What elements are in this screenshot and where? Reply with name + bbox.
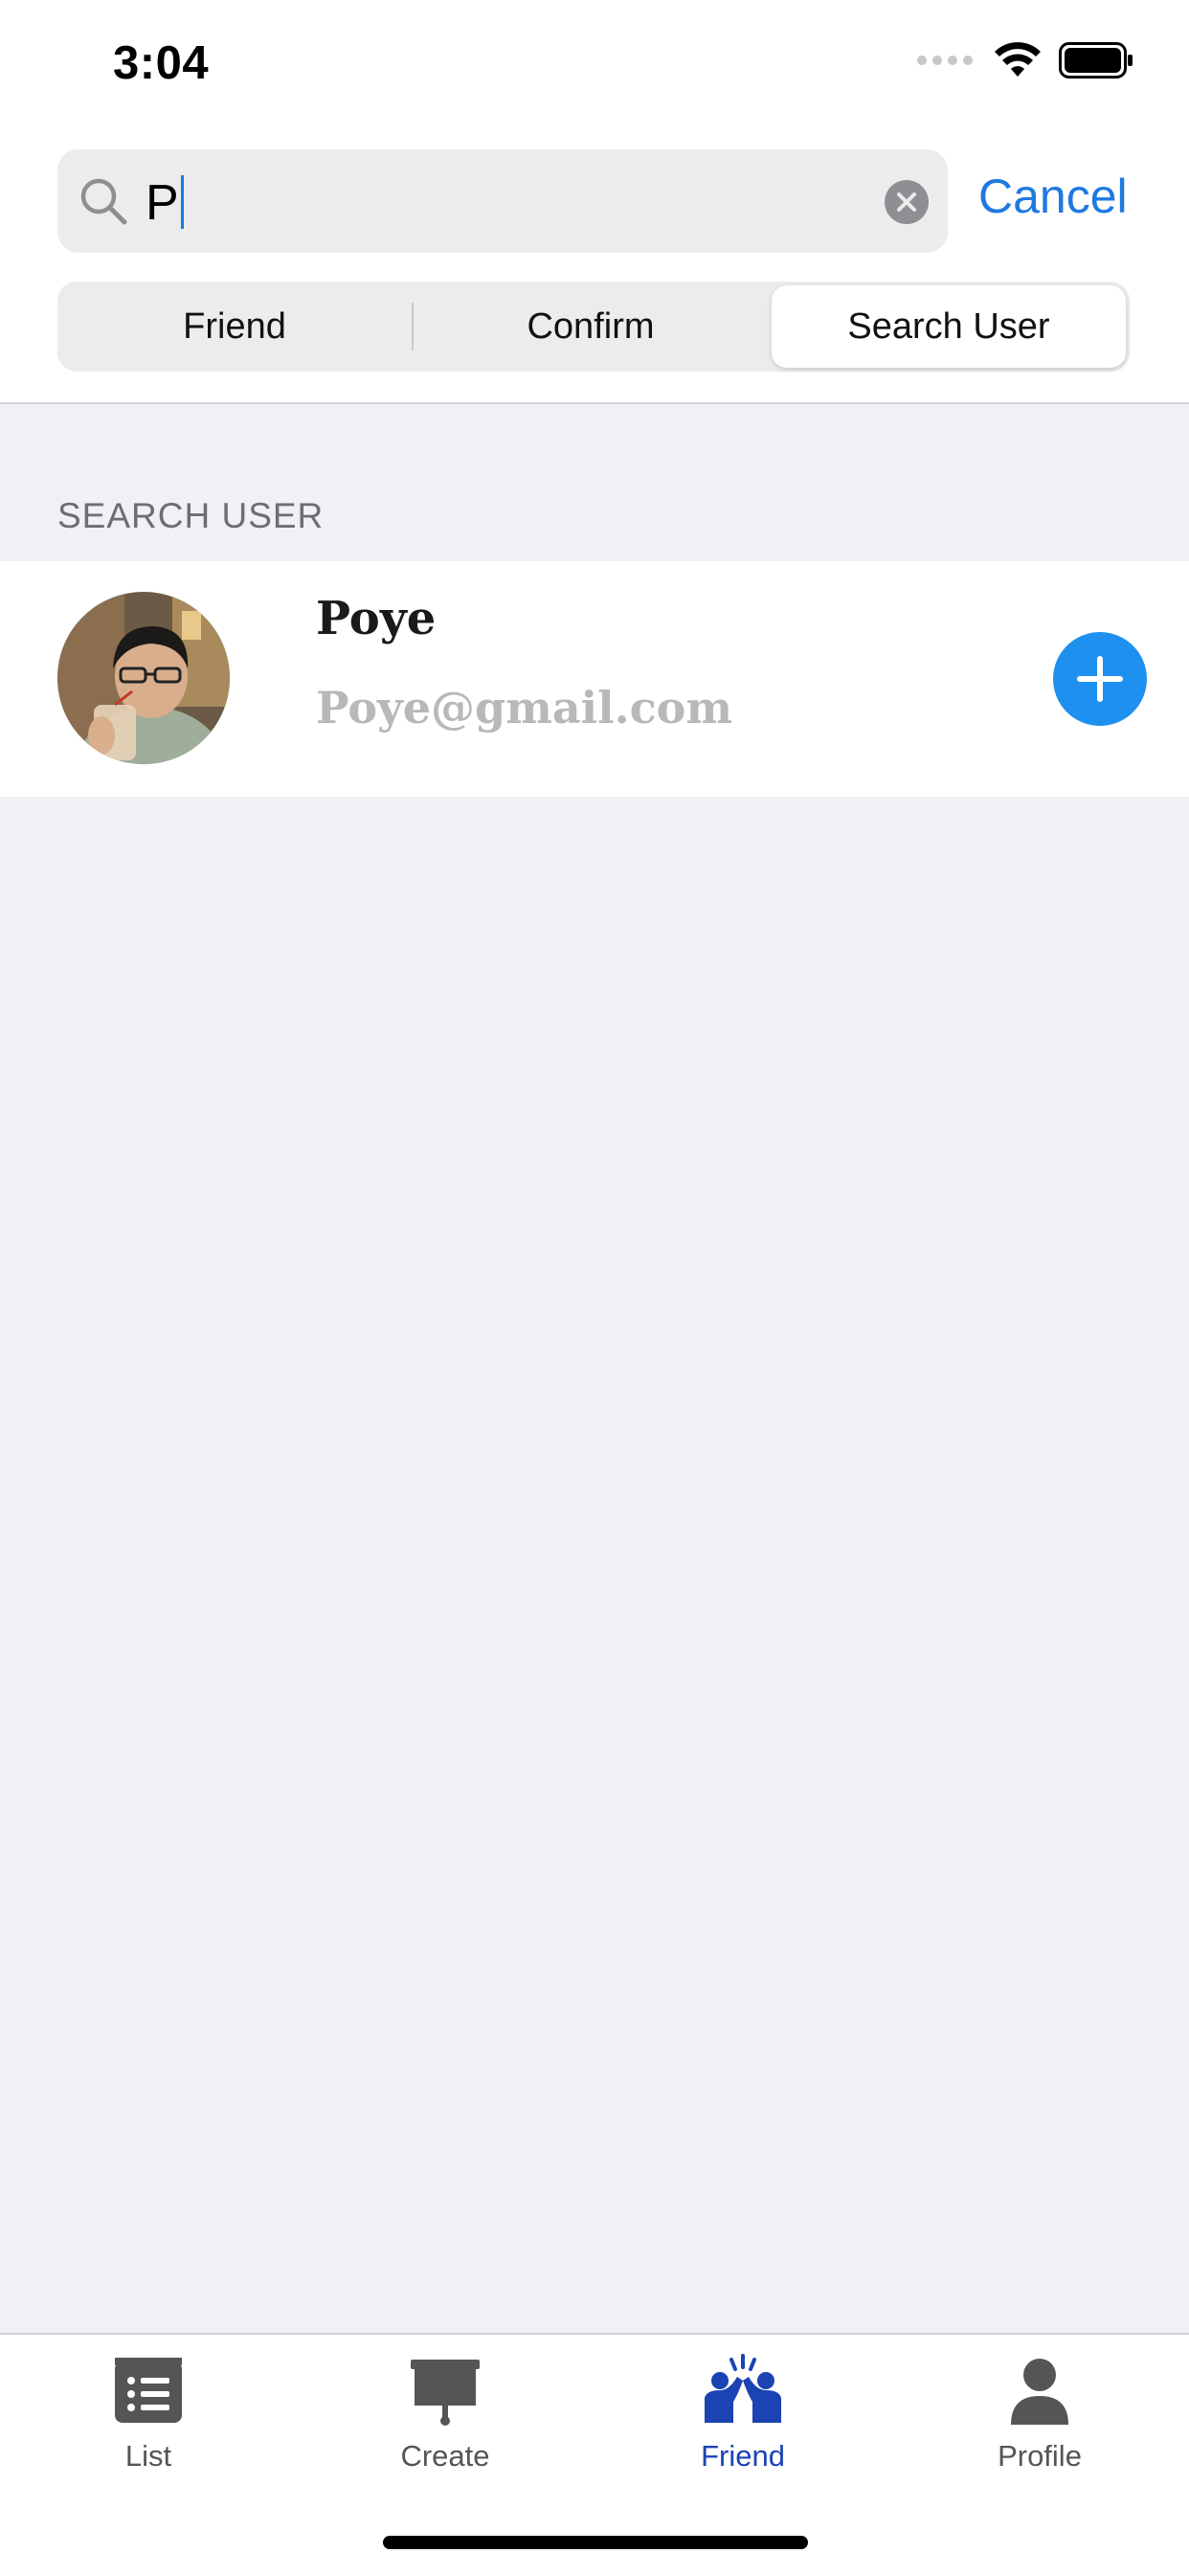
search-input[interactable]: P xyxy=(57,149,948,253)
segmented-control: Friend Confirm Search User xyxy=(57,282,1130,372)
text-caret xyxy=(180,175,184,229)
list-item[interactable]: Poye Poye@gmail.com xyxy=(0,561,1189,797)
battery-icon xyxy=(1059,42,1133,79)
list-icon xyxy=(115,2358,182,2423)
avatar xyxy=(57,592,230,764)
user-name: Poye xyxy=(316,592,437,645)
home-indicator xyxy=(383,2536,808,2549)
tab-label: Profile xyxy=(998,2439,1082,2473)
friends-icon xyxy=(705,2354,781,2423)
user-email: Poye@gmail.com xyxy=(316,682,733,734)
search-value: P xyxy=(146,175,179,231)
search-icon xyxy=(80,178,127,225)
tab-label: Friend xyxy=(701,2439,785,2473)
status-indicators xyxy=(917,42,1133,79)
add-friend-button[interactable] xyxy=(1053,632,1147,726)
header: 3:04 P Cancel Friend Confirm Search User xyxy=(0,0,1189,404)
tab-label: List xyxy=(124,2439,172,2473)
section-header: SEARCH USER xyxy=(57,496,325,535)
segment-confirm[interactable]: Confirm xyxy=(414,285,768,368)
tab-label: Create xyxy=(400,2439,490,2473)
clear-search-button[interactable] xyxy=(885,180,929,224)
tab-list[interactable]: List xyxy=(53,2354,244,2474)
segment-search-user[interactable]: Search User xyxy=(772,285,1126,368)
close-icon xyxy=(897,192,916,212)
plus-icon xyxy=(1077,656,1123,702)
signal-icon xyxy=(917,56,973,65)
wifi-icon xyxy=(995,42,1041,77)
person-icon xyxy=(1011,2359,1068,2425)
status-time: 3:04 xyxy=(113,37,210,89)
tab-friend[interactable]: Friend xyxy=(647,2354,839,2474)
segment-friend[interactable]: Friend xyxy=(57,285,412,368)
tab-create[interactable]: Create xyxy=(349,2354,541,2474)
cancel-button[interactable]: Cancel xyxy=(978,169,1128,224)
easel-icon xyxy=(411,2360,480,2426)
tab-profile[interactable]: Profile xyxy=(944,2354,1135,2474)
